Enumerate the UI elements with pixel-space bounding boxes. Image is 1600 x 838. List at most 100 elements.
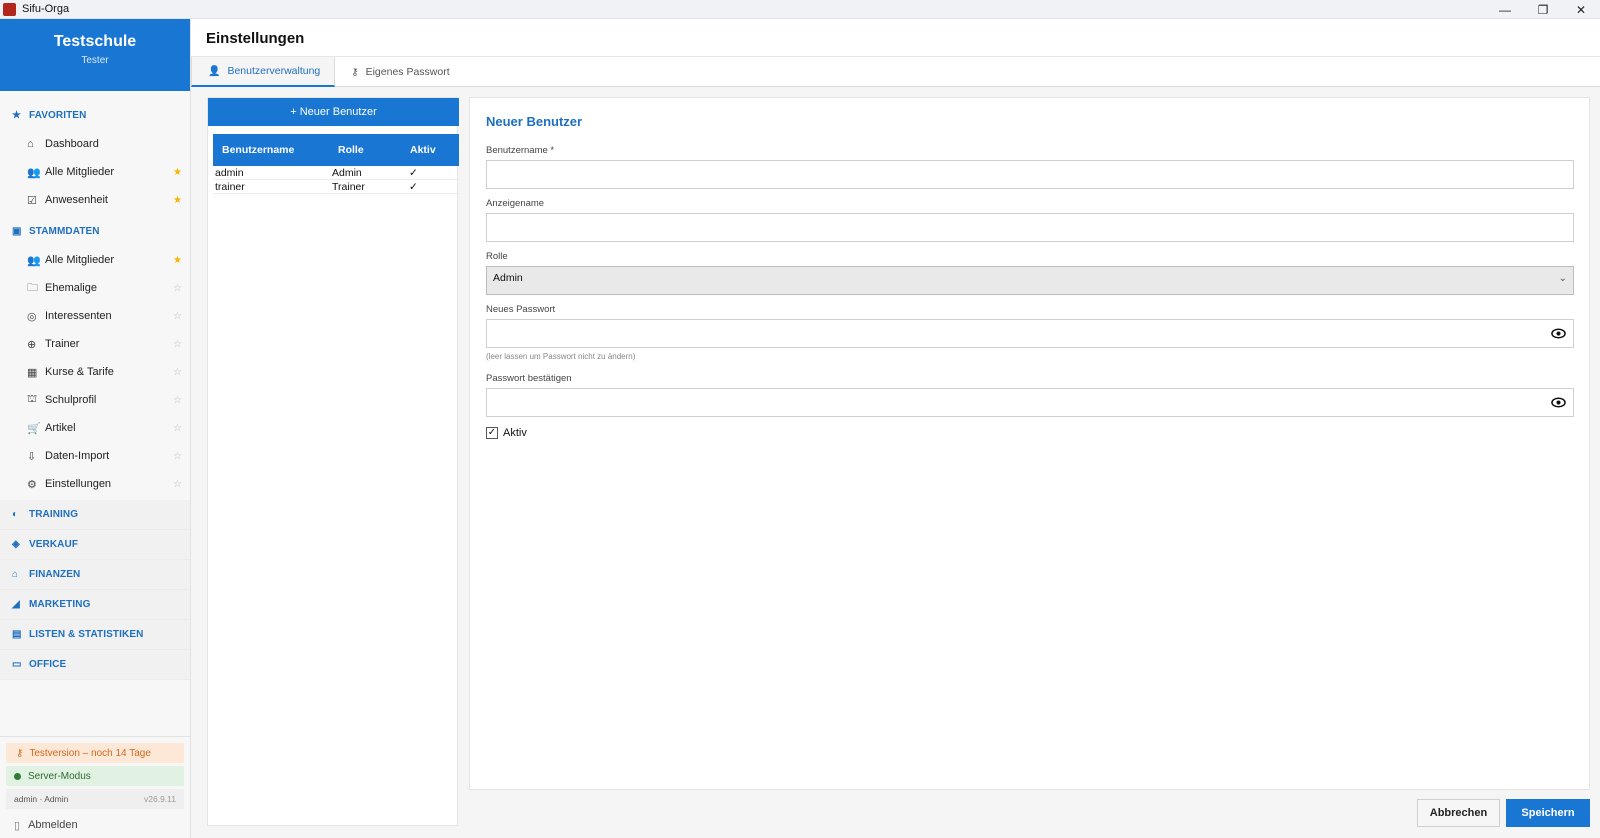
- save-button[interactable]: Speichern: [1506, 799, 1590, 827]
- login-info: admin · Admin v26.9.11: [6, 789, 184, 809]
- sidebar-item-anwesenheit[interactable]: ☑ Anwesenheit ★: [0, 186, 190, 214]
- cell-role: Admin: [332, 166, 362, 179]
- role-value: Admin: [493, 272, 523, 284]
- gear-icon: ⚙: [27, 478, 37, 491]
- sidebar-item-label: Anwesenheit: [45, 194, 108, 206]
- tab-label: Eigenes Passwort: [365, 66, 450, 78]
- confirm-password-field[interactable]: [486, 388, 1574, 417]
- favorite-star-icon[interactable]: ☆: [173, 479, 182, 490]
- user-table: Benutzername Rolle Aktiv admin Admin ✓ t…: [213, 134, 459, 194]
- tab-eigenes-passwort[interactable]: ⚷ Eigenes Passwort: [335, 57, 463, 87]
- section-marketing[interactable]: ◢ MARKETING: [0, 590, 190, 620]
- section-finanzen[interactable]: ⌂ FINANZEN: [0, 560, 190, 590]
- close-icon[interactable]: ✕: [1562, 0, 1600, 19]
- favorite-star-icon[interactable]: ☆: [173, 311, 182, 322]
- server-text: Server-Modus: [28, 770, 91, 782]
- sidebar-item-label: Trainer: [45, 338, 80, 350]
- eye-icon[interactable]: [1551, 326, 1566, 341]
- role-select[interactable]: Admin ⌄: [486, 266, 1574, 295]
- column-header-active[interactable]: Aktiv: [404, 144, 459, 156]
- favorite-star-icon[interactable]: ★: [173, 255, 182, 266]
- section-stammdaten[interactable]: ▣ STAMMDATEN: [0, 216, 190, 246]
- column-header-username[interactable]: Benutzername: [213, 144, 332, 156]
- sidebar-item-alle-mitglieder[interactable]: 👥 Alle Mitglieder ★: [0, 246, 190, 274]
- eye-icon[interactable]: [1551, 395, 1566, 410]
- display-name-label: Anzeigename: [486, 198, 545, 209]
- role-label: Rolle: [486, 251, 508, 262]
- whistle-icon: ⊕: [27, 338, 37, 351]
- section-listen-statistiken[interactable]: ▤ LISTEN & STATISTIKEN: [0, 620, 190, 650]
- sidebar-item-artikel[interactable]: 🛒 Artikel ☆: [0, 414, 190, 442]
- new-password-field[interactable]: [486, 319, 1574, 348]
- user-icon: 👤: [208, 65, 221, 77]
- stats-icon: ▤: [12, 629, 22, 640]
- sidebar-item-label: Dashboard: [45, 138, 99, 150]
- favorite-star-icon[interactable]: ☆: [173, 451, 182, 462]
- app-version: v26.9.11: [144, 794, 176, 804]
- cell-username: trainer: [215, 180, 245, 193]
- database-icon: ▣: [12, 225, 22, 237]
- active-checkbox-row[interactable]: ✓ Aktiv: [486, 427, 1589, 439]
- section-favorites[interactable]: ★ FAVORITEN: [0, 100, 190, 130]
- section-training[interactable]: ◐ TRAINING: [0, 500, 190, 530]
- window-title: Sifu-Orga: [22, 3, 70, 15]
- username-field[interactable]: [486, 160, 1574, 189]
- section-office[interactable]: ▭ OFFICE: [0, 650, 190, 680]
- section-verkauf[interactable]: ◈ VERKAUF: [0, 530, 190, 560]
- maximize-icon[interactable]: ❐: [1524, 0, 1562, 19]
- sidebar-item-einstellungen[interactable]: ⚙ Einstellungen ☆: [0, 470, 190, 498]
- new-user-button[interactable]: + Neuer Benutzer: [208, 98, 459, 126]
- favorite-star-icon[interactable]: ★: [173, 195, 182, 206]
- logout-button[interactable]: ▯ Abmelden: [0, 812, 190, 838]
- active-checkbox[interactable]: ✓: [486, 427, 498, 439]
- sidebar-item-alle-mitglieder[interactable]: 👥 Alle Mitglieder ★: [0, 158, 190, 186]
- favorite-star-icon[interactable]: ☆: [173, 283, 182, 294]
- sidebar-item-label: Einstellungen: [45, 478, 112, 490]
- sidebar-item-daten-import[interactable]: ⇩ Daten-Import ☆: [0, 442, 190, 470]
- section-label: OFFICE: [29, 659, 67, 670]
- current-user: Tester: [81, 55, 109, 66]
- form-title: Neuer Benutzer: [486, 114, 583, 129]
- table-row[interactable]: trainer Trainer ✓: [213, 180, 459, 194]
- sidebar-item-interessenten[interactable]: ◎ Interessenten ☆: [0, 302, 190, 330]
- cancel-button[interactable]: Abbrechen: [1417, 799, 1500, 827]
- sidebar-item-label: Schulprofil: [45, 394, 97, 406]
- section-label: STAMMDATEN: [29, 225, 100, 237]
- checkbox-icon: ☑: [27, 194, 37, 207]
- sidebar-item-ehemalige[interactable]: 🗀 Ehemalige ☆: [0, 274, 190, 302]
- sidebar-item-label: Alle Mitglieder: [45, 254, 115, 266]
- section-label: MARKETING: [29, 599, 91, 610]
- section-label: VERKAUF: [29, 539, 79, 550]
- calendar-icon: ▦: [27, 366, 38, 379]
- table-row[interactable]: admin Admin ✓: [213, 166, 459, 180]
- login-user: admin · Admin: [14, 794, 69, 804]
- favorite-star-icon[interactable]: ☆: [173, 423, 182, 434]
- sidebar-item-kurse-tarife[interactable]: ▦ Kurse & Tarife ☆: [0, 358, 190, 386]
- confirm-password-label: Passwort bestätigen: [486, 373, 572, 384]
- tab-benutzerverwaltung[interactable]: 👤 Benutzerverwaltung: [191, 57, 336, 87]
- users-icon: 👥: [27, 166, 41, 179]
- sidebar-item-schulprofil[interactable]: ⛫ Schulprofil ☆: [0, 386, 190, 414]
- sidebar-item-label: Kurse & Tarife: [45, 366, 114, 378]
- favorite-star-icon[interactable]: ☆: [173, 339, 182, 350]
- sidebar-footer: ⚷ Testversion – noch 14 Tage Server-Modu…: [0, 736, 190, 838]
- trial-badge[interactable]: ⚷ Testversion – noch 14 Tage: [6, 743, 184, 763]
- minimize-icon[interactable]: —: [1486, 0, 1524, 19]
- cell-username: admin: [215, 166, 244, 179]
- favorite-star-icon[interactable]: ★: [173, 167, 182, 178]
- favorite-star-icon[interactable]: ☆: [173, 367, 182, 378]
- column-header-role[interactable]: Rolle: [332, 144, 404, 156]
- section-label: FINANZEN: [29, 569, 81, 580]
- key-icon: ⚷: [16, 747, 24, 759]
- home-icon: ⌂: [27, 138, 34, 150]
- favorite-star-icon[interactable]: ☆: [173, 395, 182, 406]
- key-icon: ⚷: [351, 66, 359, 78]
- app-icon: [3, 2, 16, 16]
- sidebar-item-trainer[interactable]: ⊕ Trainer ☆: [0, 330, 190, 358]
- folder-icon: 🗀: [27, 281, 38, 294]
- sidebar-item-dashboard[interactable]: ⌂ Dashboard: [0, 130, 190, 158]
- tab-bar: 👤 Benutzerverwaltung ⚷ Eigenes Passwort: [191, 57, 1600, 87]
- user-form-panel: Neuer Benutzer Benutzername * Anzeigenam…: [469, 97, 1590, 790]
- cell-role: Trainer: [332, 180, 365, 193]
- display-name-field[interactable]: [486, 213, 1574, 242]
